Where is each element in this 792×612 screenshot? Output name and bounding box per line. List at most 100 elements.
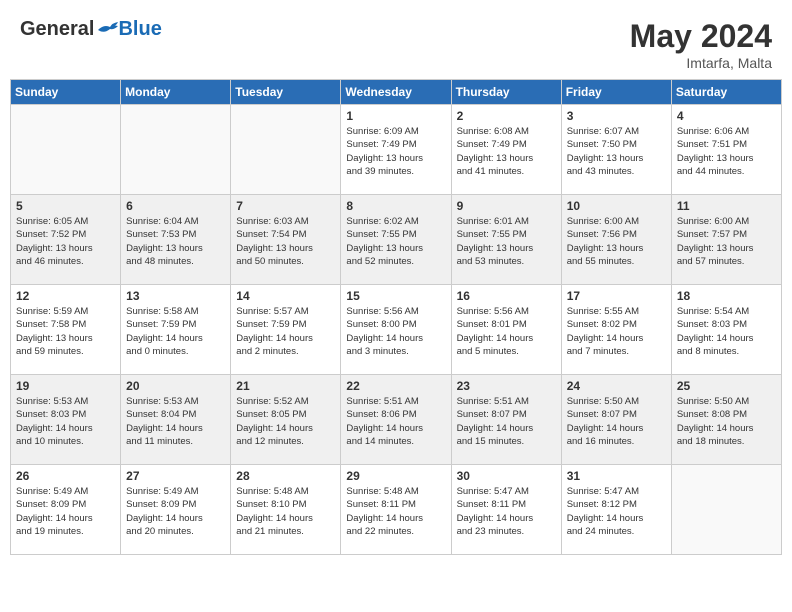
calendar-header-row: SundayMondayTuesdayWednesdayThursdayFrid…	[11, 80, 782, 105]
day-number: 27	[126, 469, 225, 483]
calendar-cell: 29Sunrise: 5:48 AM Sunset: 8:11 PM Dayli…	[341, 465, 451, 555]
cell-content: Sunrise: 5:56 AM Sunset: 8:01 PM Dayligh…	[457, 305, 556, 358]
cell-content: Sunrise: 5:49 AM Sunset: 8:09 PM Dayligh…	[126, 485, 225, 538]
calendar-cell: 11 Sunrise: 6:00 AM Sunset: 7:57 PM Dayli…	[671, 195, 781, 285]
day-number: 3	[567, 109, 666, 123]
calendar-cell: 5Sunrise: 6:05 AM Sunset: 7:52 PM Daylig…	[11, 195, 121, 285]
day-of-week-header: Sunday	[11, 80, 121, 105]
cell-content: Sunrise: 5:47 AM Sunset: 8:11 PM Dayligh…	[457, 485, 556, 538]
day-number: 13	[126, 289, 225, 303]
location-subtitle: Imtarfa, Malta	[630, 55, 772, 71]
calendar-cell	[231, 105, 341, 195]
day-number: 25	[677, 379, 776, 393]
day-of-week-header: Tuesday	[231, 80, 341, 105]
cell-content: Sunrise: 5:59 AM Sunset: 7:58 PM Dayligh…	[16, 305, 115, 358]
month-year-title: May 2024	[630, 18, 772, 55]
calendar-cell: 25 Sunrise: 5:50 AM Sunset: 8:08 PM Dayli…	[671, 375, 781, 465]
day-number: 21	[236, 379, 335, 393]
calendar-week-row: 5Sunrise: 6:05 AM Sunset: 7:52 PM Daylig…	[11, 195, 782, 285]
logo-bird-icon	[96, 22, 118, 38]
calendar-cell	[11, 105, 121, 195]
day-number: 23	[457, 379, 556, 393]
calendar-cell: 6 Sunrise: 6:04 AM Sunset: 7:53 PM Daylig…	[121, 195, 231, 285]
calendar-cell: 27 Sunrise: 5:49 AM Sunset: 8:09 PM Dayli…	[121, 465, 231, 555]
calendar-cell: 15Sunrise: 5:56 AM Sunset: 8:00 PM Dayli…	[341, 285, 451, 375]
calendar-week-row: 1 Sunrise: 6:09 AM Sunset: 7:49 PM Daylig…	[11, 105, 782, 195]
calendar-cell: 16 Sunrise: 5:56 AM Sunset: 8:01 PM Dayli…	[451, 285, 561, 375]
day-number: 14	[236, 289, 335, 303]
calendar-cell: 17Sunrise: 5:55 AM Sunset: 8:02 PM Dayli…	[561, 285, 671, 375]
calendar-week-row: 12 Sunrise: 5:59 AM Sunset: 7:58 PM Dayli…	[11, 285, 782, 375]
cell-content: Sunrise: 6:07 AM Sunset: 7:50 PM Dayligh…	[567, 125, 666, 178]
calendar-week-row: 19 Sunrise: 5:53 AM Sunset: 8:03 PM Dayli…	[11, 375, 782, 465]
calendar-cell: 22Sunrise: 5:51 AM Sunset: 8:06 PM Dayli…	[341, 375, 451, 465]
day-number: 17	[567, 289, 666, 303]
calendar-cell: 10Sunrise: 6:00 AM Sunset: 7:56 PM Dayli…	[561, 195, 671, 285]
day-of-week-header: Wednesday	[341, 80, 451, 105]
cell-content: Sunrise: 5:50 AM Sunset: 8:08 PM Dayligh…	[677, 395, 776, 448]
cell-content: Sunrise: 5:57 AM Sunset: 7:59 PM Dayligh…	[236, 305, 335, 358]
cell-content: Sunrise: 6:09 AM Sunset: 7:49 PM Dayligh…	[346, 125, 445, 178]
cell-content: Sunrise: 5:47 AM Sunset: 8:12 PM Dayligh…	[567, 485, 666, 538]
day-number: 24	[567, 379, 666, 393]
day-number: 16	[457, 289, 556, 303]
calendar-cell: 19 Sunrise: 5:53 AM Sunset: 8:03 PM Dayli…	[11, 375, 121, 465]
calendar-cell: 9 Sunrise: 6:01 AM Sunset: 7:55 PM Daylig…	[451, 195, 561, 285]
day-number: 12	[16, 289, 115, 303]
calendar-cell: 14 Sunrise: 5:57 AM Sunset: 7:59 PM Dayli…	[231, 285, 341, 375]
day-number: 9	[457, 199, 556, 213]
cell-content: Sunrise: 5:56 AM Sunset: 8:00 PM Dayligh…	[346, 305, 445, 358]
cell-content: Sunrise: 6:01 AM Sunset: 7:55 PM Dayligh…	[457, 215, 556, 268]
calendar-cell: 8Sunrise: 6:02 AM Sunset: 7:55 PM Daylig…	[341, 195, 451, 285]
day-of-week-header: Friday	[561, 80, 671, 105]
cell-content: Sunrise: 6:03 AM Sunset: 7:54 PM Dayligh…	[236, 215, 335, 268]
day-number: 1	[346, 109, 445, 123]
calendar-cell: 7Sunrise: 6:03 AM Sunset: 7:54 PM Daylig…	[231, 195, 341, 285]
calendar-cell: 4 Sunrise: 6:06 AM Sunset: 7:51 PM Daylig…	[671, 105, 781, 195]
cell-content: Sunrise: 6:02 AM Sunset: 7:55 PM Dayligh…	[346, 215, 445, 268]
cell-content: Sunrise: 5:48 AM Sunset: 8:10 PM Dayligh…	[236, 485, 335, 538]
calendar-cell: 3 Sunrise: 6:07 AM Sunset: 7:50 PM Daylig…	[561, 105, 671, 195]
cell-content: Sunrise: 6:08 AM Sunset: 7:49 PM Dayligh…	[457, 125, 556, 178]
calendar-cell: 31 Sunrise: 5:47 AM Sunset: 8:12 PM Dayli…	[561, 465, 671, 555]
calendar-cell: 26 Sunrise: 5:49 AM Sunset: 8:09 PM Dayli…	[11, 465, 121, 555]
calendar-cell: 24 Sunrise: 5:50 AM Sunset: 8:07 PM Dayli…	[561, 375, 671, 465]
day-number: 6	[126, 199, 225, 213]
calendar-cell: 21Sunrise: 5:52 AM Sunset: 8:05 PM Dayli…	[231, 375, 341, 465]
calendar-week-row: 26 Sunrise: 5:49 AM Sunset: 8:09 PM Dayli…	[11, 465, 782, 555]
logo: General Blue	[20, 18, 162, 41]
calendar-cell: 2Sunrise: 6:08 AM Sunset: 7:49 PM Daylig…	[451, 105, 561, 195]
day-of-week-header: Monday	[121, 80, 231, 105]
cell-content: Sunrise: 6:06 AM Sunset: 7:51 PM Dayligh…	[677, 125, 776, 178]
calendar-cell: 28Sunrise: 5:48 AM Sunset: 8:10 PM Dayli…	[231, 465, 341, 555]
calendar-cell: 1 Sunrise: 6:09 AM Sunset: 7:49 PM Daylig…	[341, 105, 451, 195]
calendar-cell: 13 Sunrise: 5:58 AM Sunset: 7:59 PM Dayli…	[121, 285, 231, 375]
cell-content: Sunrise: 6:04 AM Sunset: 7:53 PM Dayligh…	[126, 215, 225, 268]
day-number: 26	[16, 469, 115, 483]
cell-content: Sunrise: 5:49 AM Sunset: 8:09 PM Dayligh…	[16, 485, 115, 538]
calendar-cell: 30Sunrise: 5:47 AM Sunset: 8:11 PM Dayli…	[451, 465, 561, 555]
logo-general-text: General	[20, 18, 94, 41]
page-header: General Blue May 2024 Imtarfa, Malta	[10, 10, 782, 75]
day-number: 20	[126, 379, 225, 393]
title-block: May 2024 Imtarfa, Malta	[630, 18, 772, 71]
calendar-cell: 18Sunrise: 5:54 AM Sunset: 8:03 PM Dayli…	[671, 285, 781, 375]
cell-content: Sunrise: 5:53 AM Sunset: 8:04 PM Dayligh…	[126, 395, 225, 448]
day-number: 11	[677, 199, 776, 213]
calendar-cell: 20 Sunrise: 5:53 AM Sunset: 8:04 PM Dayli…	[121, 375, 231, 465]
calendar-cell	[121, 105, 231, 195]
day-number: 31	[567, 469, 666, 483]
cell-content: Sunrise: 5:50 AM Sunset: 8:07 PM Dayligh…	[567, 395, 666, 448]
calendar-cell: 23 Sunrise: 5:51 AM Sunset: 8:07 PM Dayli…	[451, 375, 561, 465]
cell-content: Sunrise: 5:48 AM Sunset: 8:11 PM Dayligh…	[346, 485, 445, 538]
cell-content: Sunrise: 5:53 AM Sunset: 8:03 PM Dayligh…	[16, 395, 115, 448]
day-number: 10	[567, 199, 666, 213]
cell-content: Sunrise: 5:51 AM Sunset: 8:07 PM Dayligh…	[457, 395, 556, 448]
day-number: 19	[16, 379, 115, 393]
logo-blue-text: Blue	[118, 18, 161, 41]
calendar-cell	[671, 465, 781, 555]
day-number: 4	[677, 109, 776, 123]
cell-content: Sunrise: 5:58 AM Sunset: 7:59 PM Dayligh…	[126, 305, 225, 358]
cell-content: Sunrise: 5:51 AM Sunset: 8:06 PM Dayligh…	[346, 395, 445, 448]
cell-content: Sunrise: 6:00 AM Sunset: 7:57 PM Dayligh…	[677, 215, 776, 268]
